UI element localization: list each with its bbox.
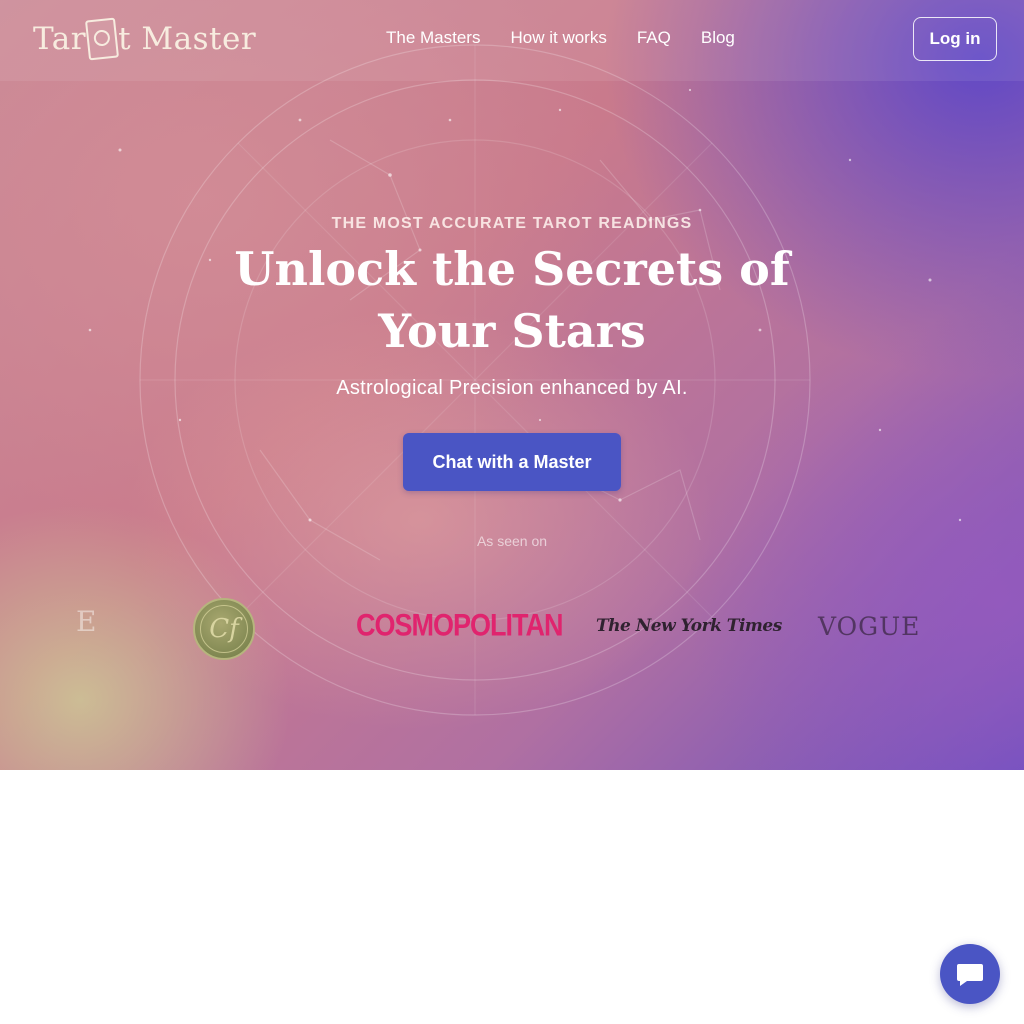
as-seen-on-label: As seen on [476,533,548,549]
nav-link-blog[interactable]: Blog [701,28,735,48]
top-navigation-bar: Tar t Master The Masters How it works FA… [0,0,1024,80]
press-logo-seal: Cf [193,598,255,660]
nav-link-faq[interactable]: FAQ [637,28,671,48]
logo-text-end: t Master [118,21,257,57]
chat-with-master-button[interactable]: Chat with a Master [403,433,621,491]
logo-text-start: Tar [33,21,87,57]
hero-eyebrow: THE MOST ACCURATE TAROT READINGS [331,215,693,232]
hero-headline: Unlock the Secrets of Your Stars [234,242,790,358]
chat-launcher-button[interactable] [940,944,1000,1004]
press-logo-vogue: VOGUE [818,612,921,641]
tarot-card-icon [85,17,120,61]
main-menu: The Masters How it works FAQ Blog [386,28,735,48]
press-logos-strip: E Cf COSMOPOLITAN The New York Times VOG… [0,590,1024,670]
nav-link-the-masters[interactable]: The Masters [386,28,480,48]
hero-subtitle: Astrological Precision enhanced by AI. [336,377,688,399]
hero-section: Tar t Master The Masters How it works FA… [0,0,1024,770]
nav-link-how-it-works[interactable]: How it works [510,28,606,48]
press-logo-cosmopolitan: COSMOPOLITAN [356,607,563,643]
seal-monogram: Cf [209,614,239,644]
tarot-master-logo[interactable]: Tar t Master [33,17,257,61]
login-button[interactable]: Log in [913,17,997,61]
press-logo-elle: E [76,605,97,638]
chat-bubble-icon [957,964,983,986]
press-logo-new-york-times: The New York Times [596,616,782,636]
